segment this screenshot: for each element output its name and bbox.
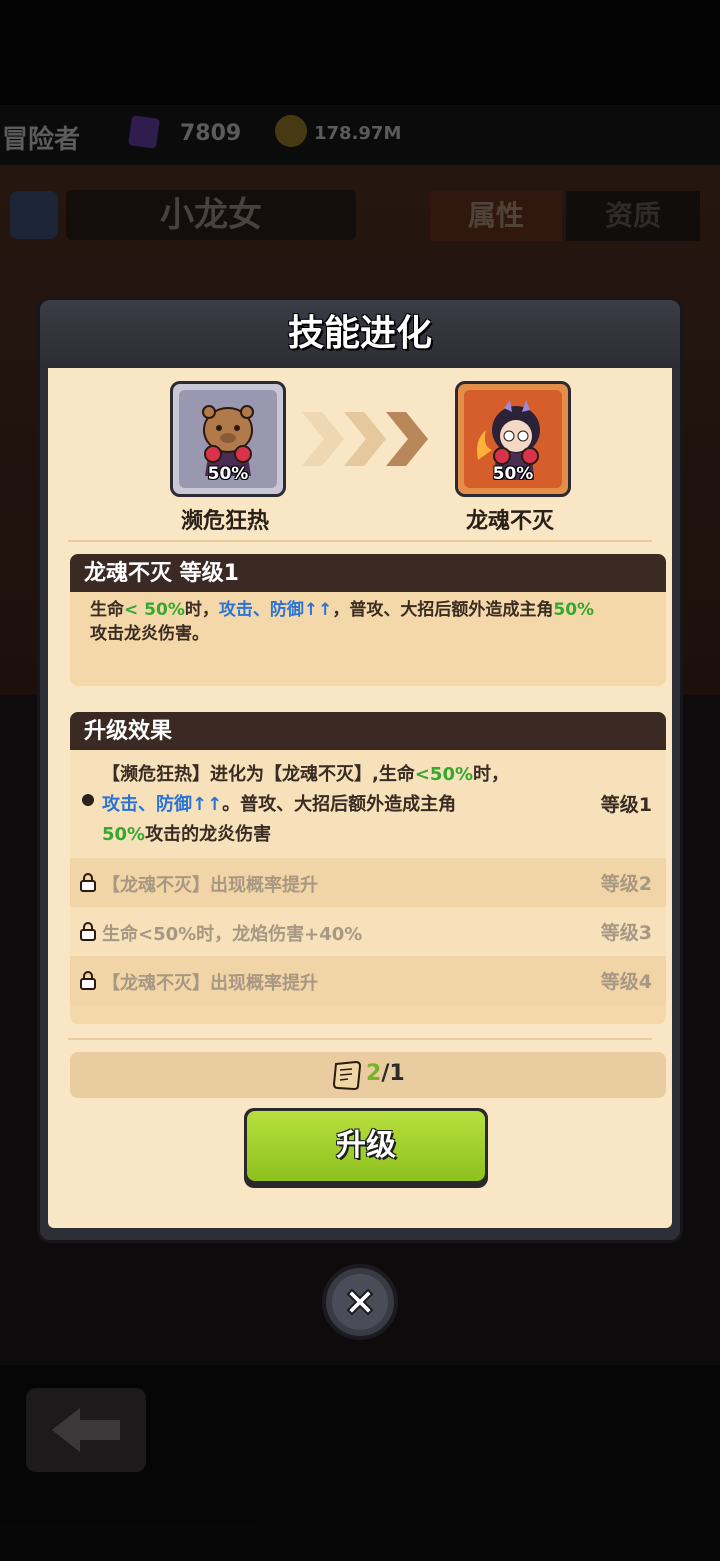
divider: [68, 1038, 652, 1040]
upgrade-row-text: 生命<50%时，龙焰伤害+40%: [102, 924, 363, 945]
upgrade-effects-box: 升级效果 【濒危狂热】进化为【龙魂不灭】,生命<50%时， 攻击、防御↑↑。普攻、…: [70, 712, 666, 1024]
lock-icon: [80, 971, 96, 990]
to-skill-name: 龙魂不灭: [465, 509, 554, 534]
from-skill-name: 濒危狂热: [180, 509, 269, 534]
close-button[interactable]: [322, 1264, 398, 1340]
upgrade-row-text: 【龙魂不灭】出现概率提升: [102, 973, 318, 994]
upgrade-row-level1: 【濒危狂热】进化为【龙魂不灭】,生命<50%时， 攻击、防御↑↑。普攻、大招后额外…: [70, 750, 666, 858]
upgrade-row-text: 【龙魂不灭】出现概率提升: [102, 875, 318, 896]
from-skill-pct: 50%: [207, 464, 249, 484]
scroll-icon: [332, 1060, 362, 1091]
current-skill-desc: 生命< 50%时，攻击、防御↑↑，普攻、大招后额外造成主角50% 攻击龙炎伤害。: [90, 600, 595, 644]
divider: [68, 540, 652, 542]
close-icon: [346, 1288, 374, 1316]
evolve-arrows-icon: [302, 412, 428, 466]
from-skill-icon[interactable]: 50%: [170, 381, 286, 497]
to-skill-pct: 50%: [492, 464, 534, 484]
upgrade-row-level: 等级2: [600, 873, 652, 895]
upgrade-cost: 2/1: [366, 1061, 405, 1086]
upgrade-row-level: 等级1: [600, 794, 652, 816]
dialog-title: 技能进化: [287, 313, 432, 354]
dialog-body: 50% 50% 濒危狂热 龙魂不灭 龙魂不灭 等级1 生命< 50%时，攻击、防…: [48, 368, 672, 1228]
upgrade-row-level3: 生命<50%时，龙焰伤害+40% 等级3: [70, 907, 666, 956]
upgrade-button-label: 升级: [336, 1128, 396, 1163]
upgrade-cost-bar: 2/1: [70, 1052, 666, 1098]
dialog-header: 技能进化: [40, 300, 680, 368]
current-skill-box: 龙魂不灭 等级1 生命< 50%时，攻击、防御↑↑，普攻、大招后额外造成主角50…: [70, 554, 666, 686]
lock-icon: [80, 922, 96, 941]
upgrade-row-level: 等级3: [600, 922, 652, 944]
to-skill-icon[interactable]: 50%: [455, 381, 571, 497]
upgrade-row-level: 等级4: [600, 971, 652, 993]
upgrade-effects-header: 升级效果: [70, 712, 666, 750]
current-skill-header: 龙魂不灭 等级1: [70, 554, 666, 592]
bullet-icon: [82, 794, 94, 806]
skill-evolution-dialog: 技能进化 50% 50% 濒危狂热 龙魂不灭 龙魂不灭 等级1 生命< 50%时…: [40, 300, 680, 1240]
upgrade-button[interactable]: 升级: [244, 1108, 488, 1188]
upgrade-row-level2: 【龙魂不灭】出现概率提升 等级2: [70, 858, 666, 907]
lock-icon: [80, 873, 96, 892]
upgrade-row-level4: 【龙魂不灭】出现概率提升 等级4: [70, 956, 666, 1005]
